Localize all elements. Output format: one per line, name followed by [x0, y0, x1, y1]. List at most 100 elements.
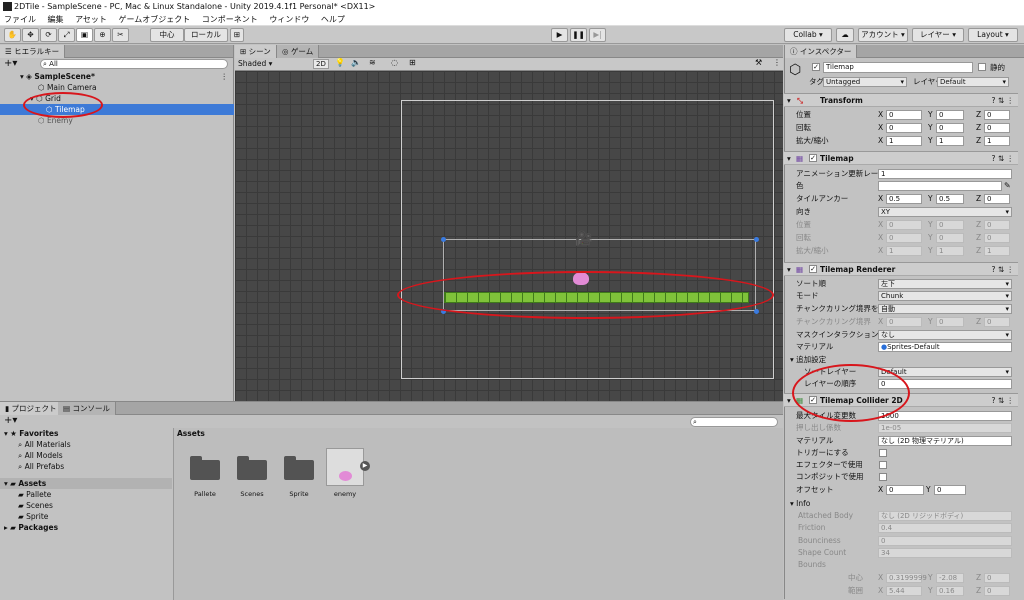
hierarchy-item-main-camera[interactable]: ⬡ Main Camera — [0, 82, 234, 93]
bounds-extent-z-axis-label[interactable]: Z — [976, 585, 981, 596]
menu-file[interactable]: ファイル — [4, 15, 36, 24]
mode-2d-button[interactable]: 2D — [313, 59, 329, 69]
rotation-z-input[interactable]: 0 — [984, 123, 1010, 133]
component-menu-icon[interactable]: ? ⇅ ⋮ — [991, 94, 1014, 107]
hierarchy-search-input[interactable]: ⌕ All — [40, 59, 228, 69]
tilemap-scale-z-axis-label[interactable]: Z — [976, 245, 981, 256]
animation-rate-input[interactable]: 1 — [878, 169, 1012, 179]
chunk-detect-dropdown[interactable]: 自動 — [878, 304, 1012, 314]
renderer-enabled-checkbox[interactable]: ✓ — [809, 265, 817, 273]
component-menu-icon[interactable]: ? ⇅ ⋮ — [991, 394, 1014, 407]
hand-tool-icon[interactable]: ✋ — [4, 28, 21, 42]
create-plus-icon[interactable]: +▾ — [4, 58, 17, 69]
chunk-bounds-x-axis-label[interactable]: X — [878, 316, 883, 327]
bounds-extent-y-axis-label[interactable]: Y — [928, 585, 933, 596]
bounds-extent-x-axis-label[interactable]: X — [878, 585, 883, 596]
position-z-axis-label[interactable]: Z — [976, 109, 981, 120]
tab-inspector[interactable]: ⓘ インスペクター — [785, 45, 858, 58]
tree-folder-scenes[interactable]: ▰ Scenes — [0, 500, 53, 511]
tilemap-position-z-axis-label[interactable]: Z — [976, 219, 981, 230]
favorite-all-models[interactable]: ⌕ All Models — [0, 450, 63, 461]
position-y-input[interactable]: 0 — [936, 110, 964, 120]
rotation-x-axis-label[interactable]: X — [878, 122, 883, 133]
tile-anchor-y-input[interactable]: 0.5 — [936, 194, 964, 204]
tilemap-scale-y-axis-label[interactable]: Y — [928, 245, 933, 256]
tab-scene[interactable]: ⊞ シーン — [235, 45, 277, 58]
step-button-icon[interactable]: ▶| — [589, 28, 606, 42]
tag-dropdown[interactable]: Untagged — [823, 77, 907, 87]
max-tile-change-input[interactable]: 1000 — [878, 411, 1012, 421]
lighting-icon[interactable]: 💡 — [335, 58, 345, 67]
collab-button[interactable]: Collab ▾ — [784, 28, 832, 42]
camera-gizmo-icon[interactable]: 🎥 — [575, 231, 592, 247]
mode-dropdown[interactable]: Chunk — [878, 291, 1012, 301]
tab-hierarchy[interactable]: ☰ ヒエラルキー — [0, 45, 66, 58]
position-x-input[interactable]: 0 — [886, 110, 922, 120]
static-checkbox[interactable] — [978, 63, 986, 71]
grid-snap-icon[interactable]: ⊞ — [230, 28, 244, 42]
folder-icon[interactable] — [284, 456, 314, 480]
audio-icon[interactable]: 🔈 — [351, 58, 361, 67]
transform-tool-icon[interactable]: ⊕ — [94, 28, 111, 42]
object-name-input[interactable]: Tilemap — [823, 62, 973, 73]
favorite-all-prefabs[interactable]: ⌕ All Prefabs — [0, 461, 64, 472]
mask-interaction-dropdown[interactable]: なし — [878, 330, 1012, 340]
scale-z-axis-label[interactable]: Z — [976, 135, 981, 146]
offset-x-input[interactable]: 0 — [886, 485, 924, 495]
tab-game[interactable]: ◎ ゲーム — [277, 45, 320, 58]
tilemap-rotation-z-axis-label[interactable]: Z — [976, 232, 981, 243]
component-menu-icon[interactable]: ? ⇅ ⋮ — [991, 152, 1014, 165]
offset-y-input[interactable]: 0 — [934, 485, 966, 495]
menu-window[interactable]: ウィンドウ — [269, 15, 309, 24]
eyedropper-icon[interactable]: ✎ — [1004, 181, 1011, 190]
scale-x-input[interactable]: 1 — [886, 136, 922, 146]
rotation-z-axis-label[interactable]: Z — [976, 122, 981, 133]
tilemap-position-x-axis-label[interactable]: X — [878, 219, 883, 230]
handle-top-left[interactable] — [441, 237, 446, 242]
rotate-tool-icon[interactable]: ⟳ — [40, 28, 57, 42]
component-menu-icon[interactable]: ? ⇅ ⋮ — [991, 263, 1014, 276]
effects-icon[interactable]: ≋ — [369, 58, 376, 67]
wrench-icon[interactable]: ⚒ — [755, 58, 762, 67]
tile-anchor-z-axis-label[interactable]: Z — [976, 193, 981, 204]
hierarchy-item-enemy[interactable]: ⬡ Enemy — [0, 115, 234, 126]
tilemap-component-header[interactable]: ▾ ▦ ✓ Tilemap ? ⇅ ⋮ — [784, 151, 1018, 165]
panel-menu-icon[interactable]: ⋮ — [773, 58, 781, 67]
folder-icon[interactable] — [190, 456, 220, 480]
tile-anchor-x-input[interactable]: 0.5 — [886, 194, 922, 204]
is-trigger-checkbox[interactable] — [879, 449, 887, 457]
chunk-bounds-z-axis-label[interactable]: Z — [976, 316, 981, 327]
move-tool-icon[interactable]: ✥ — [22, 28, 39, 42]
menu-help[interactable]: ヘルプ — [321, 15, 345, 24]
project-create-plus-icon[interactable]: +▾ — [4, 415, 17, 426]
assets-tree-row[interactable]: ▾ ▰ Assets — [0, 478, 172, 489]
menu-edit[interactable]: 編集 — [48, 15, 64, 24]
tilemap-position-y-axis-label[interactable]: Y — [928, 219, 933, 230]
favorite-all-materials[interactable]: ⌕ All Materials — [0, 439, 71, 450]
handle-bottom-right[interactable] — [754, 309, 759, 314]
tilemap-renderer-header[interactable]: ▾ ▦ ✓ Tilemap Renderer ? ⇅ ⋮ — [784, 262, 1018, 276]
tree-folder-pallete[interactable]: ▰ Pallete — [0, 489, 51, 500]
menu-gameobject[interactable]: ゲームオブジェクト — [118, 15, 190, 24]
space-toggle-button[interactable]: ローカル — [184, 28, 228, 42]
tools-icon[interactable]: ⊞ — [409, 58, 416, 67]
info-foldout[interactable]: ▾ Info — [790, 498, 810, 509]
bounds-center-x-axis-label[interactable]: X — [878, 572, 883, 583]
tilemap-rotation-y-axis-label[interactable]: Y — [928, 232, 933, 243]
pivot-toggle-button[interactable]: 中心 — [150, 28, 184, 42]
cloud-icon[interactable]: ☁ — [836, 28, 854, 42]
active-checkbox[interactable]: ✓ — [812, 63, 820, 71]
transform-header[interactable]: ▾ ⤡ Transform ? ⇅ ⋮ — [784, 93, 1018, 107]
packages-tree-row[interactable]: ▸ ▰ Packages — [0, 522, 58, 533]
tab-project[interactable]: ▮ プロジェクト — [0, 402, 63, 415]
layout-dropdown[interactable]: Layout ▾ — [968, 28, 1018, 42]
tab-console[interactable]: ▤ コンソール — [58, 402, 116, 415]
collider-material-field[interactable]: なし (2D 物理マテリアル) — [878, 436, 1012, 446]
account-dropdown[interactable]: アカウント ▾ — [858, 28, 908, 42]
scale-y-axis-label[interactable]: Y — [928, 135, 933, 146]
scene-root-row[interactable]: ▾ ◈ SampleScene* ⋮ — [0, 71, 234, 82]
orientation-dropdown[interactable]: XY — [878, 207, 1012, 217]
sort-order-dropdown[interactable]: 左下 — [878, 279, 1012, 289]
rotation-x-input[interactable]: 0 — [886, 123, 922, 133]
extrusion-factor-input[interactable]: 1e-05 — [878, 423, 1012, 433]
